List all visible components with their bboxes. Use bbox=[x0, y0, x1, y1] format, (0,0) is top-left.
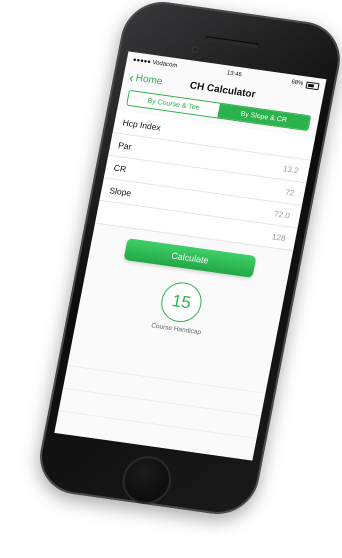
field-label: Slope bbox=[108, 185, 133, 199]
home-button[interactable] bbox=[118, 453, 176, 508]
phone-frame: ●●●●● Vodacom 13:46 68% ‹ Home CH Calcul… bbox=[33, 0, 342, 520]
field-label: CR bbox=[113, 162, 128, 175]
time-label: 13:46 bbox=[226, 70, 243, 79]
field-label: Hcp Index bbox=[121, 117, 162, 133]
field-value[interactable]: 13.2 bbox=[282, 164, 299, 175]
app-screen: ●●●●● Vodacom 13:46 68% ‹ Home CH Calcul… bbox=[54, 51, 327, 461]
calculate-button[interactable]: Calculate bbox=[123, 238, 257, 278]
field-label: Par bbox=[117, 140, 133, 152]
product-shot: ●●●●● Vodacom 13:46 68% ‹ Home CH Calcul… bbox=[0, 0, 342, 558]
back-label: Home bbox=[134, 72, 164, 87]
input-fields: Hcp Index Par 13.2 CR 72 Slope 72.0 128 bbox=[94, 110, 316, 252]
field-value[interactable]: 72 bbox=[285, 187, 296, 197]
front-camera bbox=[191, 46, 199, 54]
field-value[interactable]: 128 bbox=[271, 232, 286, 243]
empty-list-rows bbox=[54, 364, 266, 461]
field-value[interactable]: 72.0 bbox=[274, 209, 291, 220]
result-value: 15 bbox=[170, 291, 193, 313]
earpiece-speaker bbox=[204, 36, 260, 49]
result-circle: 15 bbox=[157, 279, 206, 325]
back-button[interactable]: ‹ Home bbox=[128, 69, 164, 87]
battery-percent: 68% bbox=[290, 79, 304, 88]
battery-icon bbox=[305, 81, 320, 90]
